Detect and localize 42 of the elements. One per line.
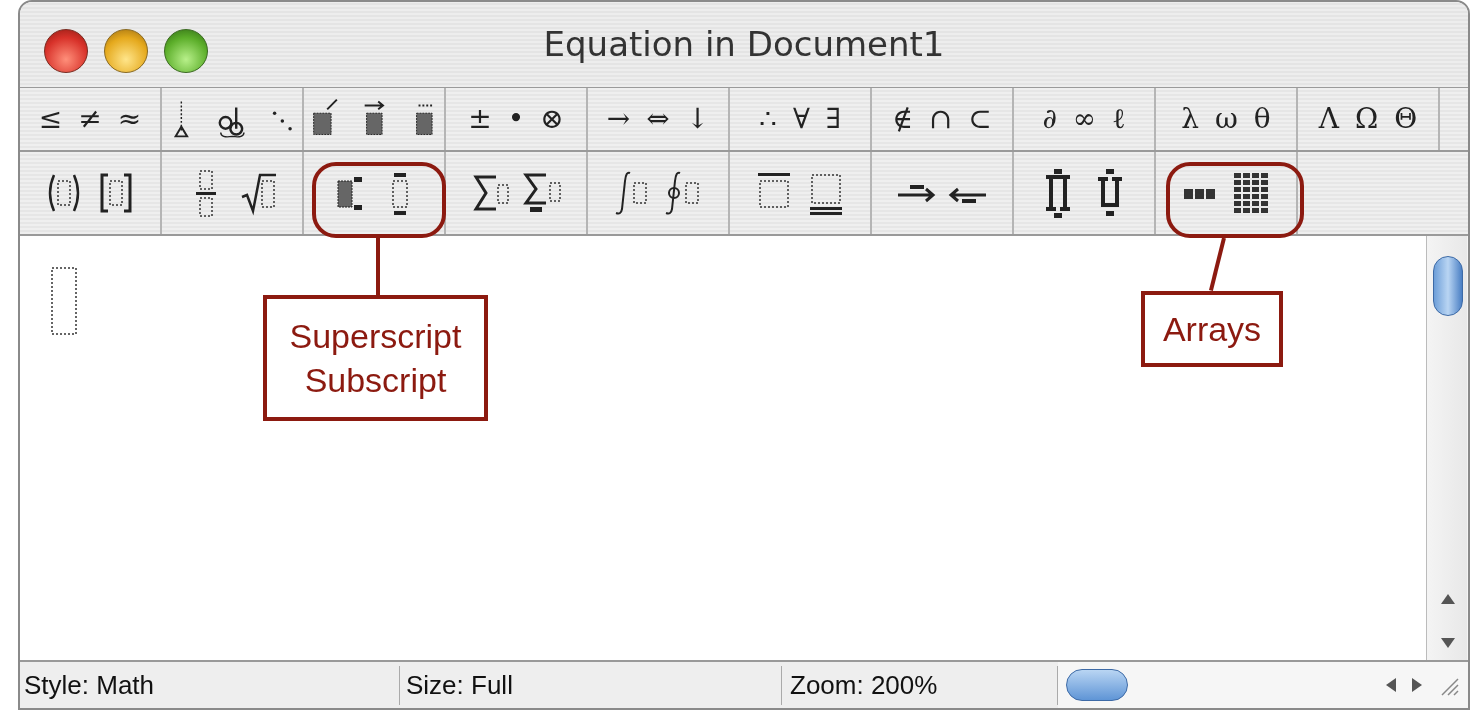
callout-text: Arrays xyxy=(1162,308,1262,350)
symbol-palette-button[interactable]: Λ xyxy=(1318,98,1339,140)
symbol-palette-button[interactable]: → xyxy=(606,98,631,140)
symbol-palette-button[interactable]: ℓ xyxy=(1112,98,1126,140)
horizontal-scrollbar[interactable] xyxy=(1058,662,1468,708)
empty-slot-icon xyxy=(50,266,78,336)
callout-text: Superscript xyxy=(289,315,462,357)
symbol-palette-button[interactable]: ∩ xyxy=(928,98,953,140)
scroll-down-icon[interactable] xyxy=(1439,636,1456,650)
scroll-thumb[interactable] xyxy=(1066,669,1128,701)
scroll-up-icon[interactable] xyxy=(1439,592,1456,606)
symbol-palette-button[interactable]: Θ xyxy=(1394,98,1418,140)
scroll-thumb[interactable] xyxy=(1432,256,1463,316)
symbol-palette-button[interactable]: ≠ xyxy=(78,98,102,140)
symbol-palette-button[interactable]: ω xyxy=(1215,98,1238,140)
vertical-scrollbar[interactable] xyxy=(1426,236,1468,660)
symbol-palette-button[interactable]: ≤ xyxy=(38,98,63,140)
style-status: Style: Math xyxy=(20,665,400,705)
symbol-palette-button[interactable]: ± xyxy=(468,98,492,140)
symbol-palette-button[interactable]: ∉ xyxy=(892,98,913,140)
symbol-palette-button[interactable]: Ω xyxy=(1355,98,1379,140)
symbol-palette-button[interactable]: ⊂ xyxy=(968,98,992,140)
symbol-palette-button[interactable]: ⇔ xyxy=(646,98,670,140)
symbol-palette-button[interactable]: ⊗ xyxy=(540,98,564,140)
symbol-palette-button[interactable]: ∃ xyxy=(825,98,842,140)
symbol-palette-button[interactable]: ∀ xyxy=(792,98,810,140)
symbol-palette-button[interactable]: λ xyxy=(1181,98,1199,140)
scroll-right-icon[interactable] xyxy=(1410,677,1424,693)
symbol-palette-button[interactable]: • xyxy=(507,98,525,140)
symbol-palette-button[interactable]: ≈ xyxy=(117,98,142,140)
minimize-button[interactable] xyxy=(104,29,148,73)
symbol-palette-button[interactable]: θ xyxy=(1253,98,1271,140)
close-button[interactable] xyxy=(44,29,88,73)
scroll-left-icon[interactable] xyxy=(1384,677,1398,693)
symbol-palette-button[interactable]: ↓ xyxy=(685,98,710,140)
symbol-palette-button[interactable]: ∞ xyxy=(1072,98,1097,140)
size-status: Size: Full xyxy=(400,665,782,705)
zoom-button[interactable] xyxy=(164,29,208,73)
window-title: Equation in Document1 xyxy=(543,23,945,66)
symbol-palette-button[interactable]: ∂ xyxy=(1042,98,1057,140)
callout-text: Subscript xyxy=(304,360,447,401)
symbol-palette-button[interactable]: ∴ xyxy=(758,98,777,140)
